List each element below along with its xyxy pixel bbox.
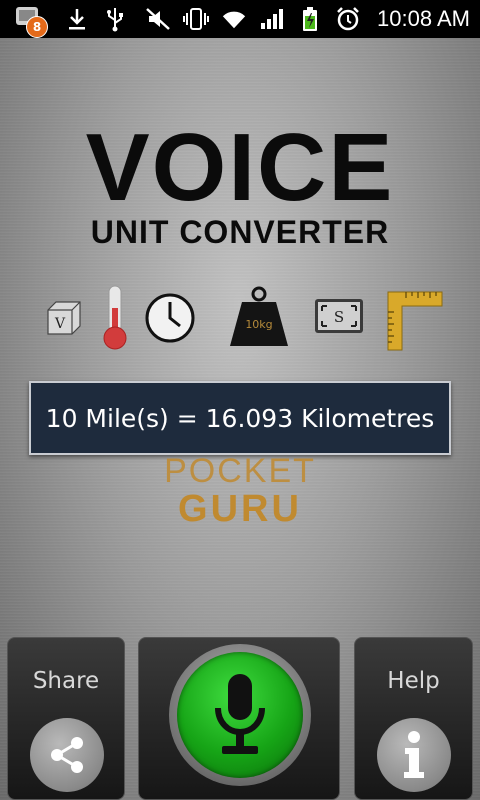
conversion-result-text: 10 Mile(s) = 16.093 Kilometres <box>45 403 435 433</box>
brand-logo-top: POCKET <box>164 452 316 490</box>
app-title: VOICE <box>85 114 395 221</box>
notification-badge-icon: 8 <box>14 4 48 38</box>
speed-label: S <box>334 308 344 326</box>
notification-count: 8 <box>26 16 48 38</box>
help-label: Help <box>387 668 440 694</box>
volume-cube-icon: V <box>44 298 84 342</box>
unit-icons-row: V 10kg S <box>0 282 480 352</box>
alarm-icon <box>335 6 361 32</box>
clock-icon <box>144 292 196 348</box>
weight-icon: 10kg <box>228 286 290 352</box>
weight-label: 10kg <box>245 318 272 331</box>
thermometer-icon <box>98 284 132 356</box>
signal-icon <box>259 6 285 32</box>
download-icon <box>64 6 90 32</box>
help-button[interactable]: Help <box>354 637 473 800</box>
brand-logo-bottom: GURU <box>178 488 302 530</box>
microphone-button-face[interactable] <box>177 652 303 778</box>
speed-icon: S <box>314 298 364 338</box>
ruler-icon <box>386 290 444 356</box>
share-icon[interactable] <box>30 718 104 792</box>
usb-icon <box>102 6 128 32</box>
status-bar: 8 10:08 AM <box>0 0 480 38</box>
conversion-result: 10 Mile(s) = 16.093 Kilometres <box>29 381 451 455</box>
battery-charging-icon <box>297 6 323 32</box>
info-icon[interactable] <box>377 718 451 792</box>
mute-icon <box>145 6 171 32</box>
wifi-icon <box>221 6 247 32</box>
status-time: 10:08 AM <box>377 6 470 31</box>
microphone-icon <box>215 674 265 754</box>
app-subtitle: UNIT CONVERTER <box>90 214 390 250</box>
share-label: Share <box>32 668 100 694</box>
share-button[interactable]: Share <box>7 637 125 800</box>
microphone-button[interactable] <box>169 644 311 786</box>
volume-cube-label: V <box>54 316 66 332</box>
voice-input-panel <box>138 637 340 800</box>
vibrate-icon <box>183 6 210 32</box>
